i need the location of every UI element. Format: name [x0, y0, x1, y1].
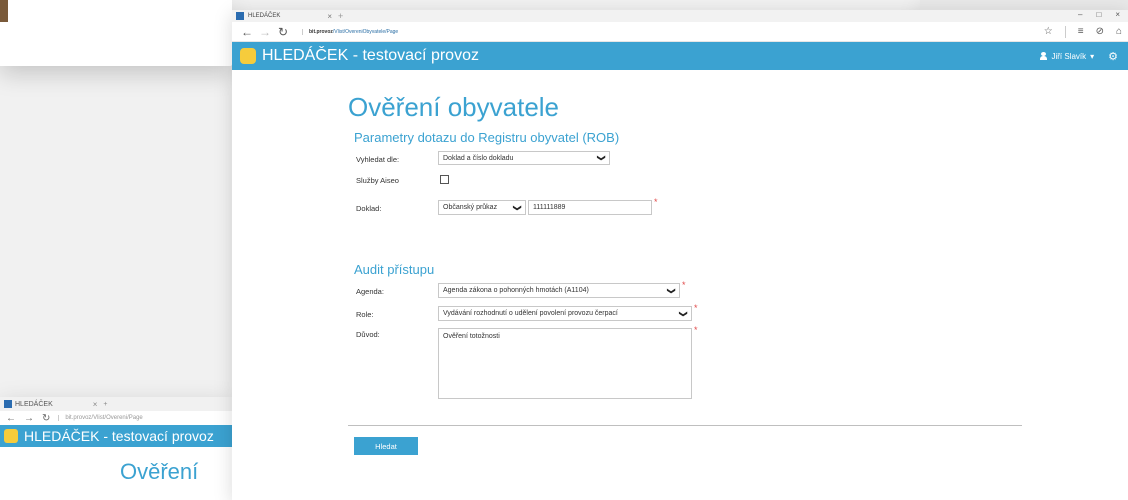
share-icon[interactable]: ⌂	[1116, 26, 1122, 37]
hub-icon[interactable]: ≡	[1078, 26, 1084, 37]
reason-textarea[interactable]: Ověření totožnosti	[438, 328, 692, 399]
background-edge	[0, 0, 8, 22]
required-mark: *	[694, 303, 698, 313]
background-window-bottom: HLEDÁČEK × + ← → ↻ bit.provoz/Vlist/Over…	[0, 397, 232, 500]
url-field[interactable]: bit.provoz/Vlist/OvereniObyvatele/Page	[302, 28, 399, 35]
back-button[interactable]: ←	[238, 25, 256, 39]
document-number-value: 111111889	[533, 204, 566, 211]
settings-icon[interactable]: ⚙	[1108, 50, 1118, 63]
document-type-value: Občanský průkaz	[443, 204, 498, 211]
browser-tab[interactable]: HLEDÁČEK ×	[236, 12, 332, 21]
required-mark: *	[654, 197, 658, 207]
background-heading: Ověření	[120, 459, 199, 484]
refresh-icon: ↻	[42, 412, 51, 424]
agenda-select[interactable]: Agenda zákona o pohonných hmotách (A1104…	[438, 283, 680, 298]
app-title[interactable]: HLEDÁČEK - testovací provoz	[262, 47, 479, 65]
chevron-down-icon: ❯	[597, 154, 607, 162]
form-divider	[348, 425, 1022, 426]
background-url: bit.provoz/Vlist/Overeni/Page	[58, 415, 143, 421]
reason-label: Důvod:	[356, 330, 380, 339]
chevron-down-icon: ❯	[679, 310, 689, 317]
forward-icon: →	[24, 412, 34, 424]
background-tabbar: HLEDÁČEK × +	[0, 397, 232, 411]
favorite-icon[interactable]: ☆	[1044, 26, 1053, 37]
background-tab-title: HLEDÁČEK	[15, 400, 53, 408]
background-addressbar: ← → ↻ bit.provoz/Vlist/Overeni/Page	[0, 411, 232, 425]
role-select[interactable]: Vydávání rozhodnutí o udělení povolení p…	[438, 306, 692, 321]
agenda-label: Agenda:	[356, 287, 384, 296]
browser-toolbar: ☆ ≡ ⊘ ⌂	[1044, 25, 1122, 38]
document-label: Doklad:	[356, 204, 382, 213]
tab-title: HLEDÁČEK	[248, 13, 281, 19]
role-label: Role:	[356, 310, 374, 319]
tab-close-icon[interactable]: ×	[327, 12, 332, 21]
chevron-down-icon: ❯	[513, 204, 523, 211]
document-type-select[interactable]: Občanský průkaz ❯	[438, 200, 526, 215]
plus-icon: +	[103, 400, 108, 408]
required-mark: *	[694, 325, 698, 335]
forward-button[interactable]: →	[256, 25, 274, 39]
reason-value: Ověření totožnosti	[443, 333, 500, 340]
new-tab-button[interactable]: +	[338, 11, 343, 21]
minimize-button[interactable]: –	[1078, 10, 1082, 19]
app-header: HLEDÁČEK - testovací provoz Jiří Slavík …	[232, 42, 1128, 70]
required-mark: *	[682, 280, 686, 290]
user-name: Jiří Slavík	[1051, 51, 1087, 61]
document-number-input[interactable]: 111111889	[528, 200, 652, 215]
aiseo-checkbox[interactable]	[440, 175, 449, 184]
tab-bar: HLEDÁČEK × + – □ ×	[232, 10, 1128, 22]
maximize-button[interactable]: □	[1096, 10, 1101, 19]
header-actions: Jiří Slavík ▾ ⚙	[1040, 50, 1128, 63]
search-by-label: Vyhledat dle:	[356, 155, 400, 164]
toolbar-divider	[1064, 25, 1066, 38]
background-appbar: HLEDÁČEK - testovací provoz	[0, 425, 232, 447]
agenda-value: Agenda zákona o pohonných hmotách (A1104…	[443, 287, 589, 294]
address-bar: ← → ↻ bit.provoz/Vlist/OvereniObyvatele/…	[232, 22, 1128, 42]
browser-window: HLEDÁČEK × + – □ × ← → ↻ bit.provoz/Vlis…	[232, 10, 1128, 500]
back-icon: ←	[6, 412, 16, 424]
url-path: /Vlist/OvereniObyvatele/Page	[332, 28, 399, 35]
refresh-button[interactable]: ↻	[274, 25, 292, 39]
close-window-button[interactable]: ×	[1115, 10, 1120, 19]
close-icon: ×	[92, 399, 98, 409]
section-query-title: Parametry dotazu do Registru obyvatel (R…	[354, 130, 620, 145]
role-value: Vydávání rozhodnutí o udělení povolení p…	[443, 310, 618, 317]
window-controls: – □ ×	[1078, 10, 1120, 19]
aiseo-label: Služby Aiseo	[356, 176, 399, 185]
page-title: Ověření obyvatele	[348, 92, 560, 122]
favicon-icon	[236, 12, 244, 20]
chevron-down-icon: ▾	[1090, 51, 1095, 61]
user-menu[interactable]: Jiří Slavík ▾	[1040, 52, 1094, 61]
chevron-down-icon: ❯	[667, 287, 677, 294]
page-content: Ověření obyvatele Parametry dotazu do Re…	[232, 70, 1128, 500]
user-icon	[1040, 52, 1048, 60]
search-by-value: Doklad a číslo dokladu	[443, 154, 514, 162]
background-app-title: HLEDÁČEK - testovací provoz	[24, 428, 214, 444]
notes-icon[interactable]: ⊘	[1096, 26, 1104, 37]
background-window-top	[0, 0, 232, 66]
search-by-select[interactable]: Doklad a číslo dokladu ❯	[438, 151, 610, 165]
search-button[interactable]: Hledat	[354, 437, 418, 455]
section-audit-title: Audit přístupu	[354, 262, 435, 277]
app-logo-icon	[4, 429, 18, 443]
url-host: bit.provoz	[309, 28, 333, 35]
app-logo-icon	[240, 48, 256, 64]
favicon-icon	[4, 400, 12, 408]
